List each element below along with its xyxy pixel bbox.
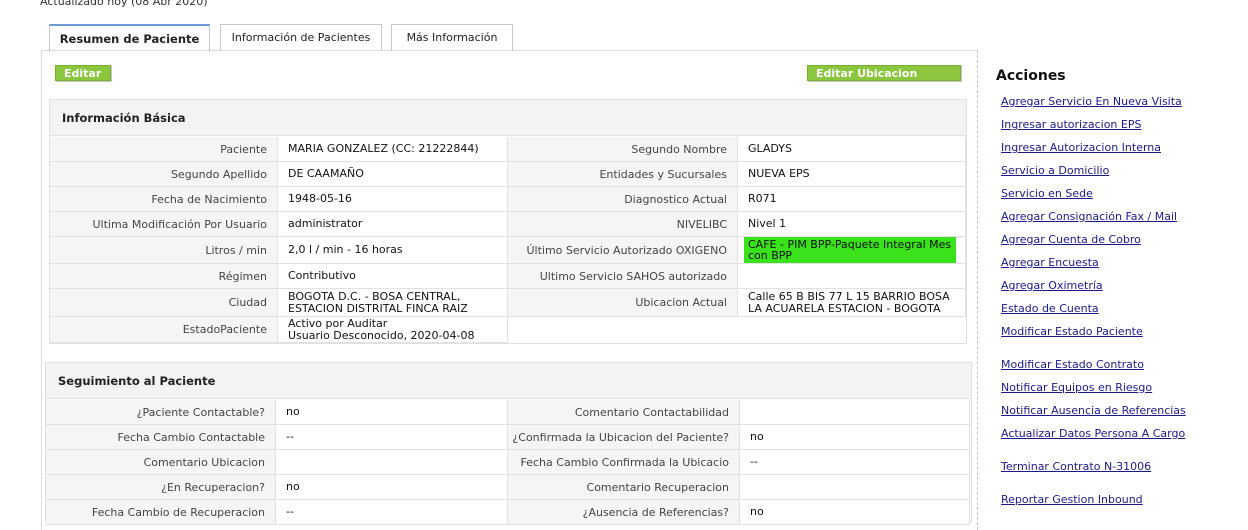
followup-value: --	[276, 425, 508, 449]
followup-label: ¿En Recuperacion?	[46, 475, 276, 499]
actions-sidebar: Acciones	[996, 68, 1236, 84]
edit-button[interactable]: Editar	[55, 65, 111, 81]
followup-value	[740, 400, 970, 424]
followup-label: ¿Ausencia de Referencias?	[508, 500, 740, 524]
basic-info-value: MARIA GONZALEZ (CC: 21222844)	[278, 137, 508, 161]
basic-info-label: Ultima Modificación Por Usuario	[50, 212, 278, 236]
basic-info-value: Contributivo	[278, 264, 508, 288]
action-link[interactable]: Agregar Consignación Fax / Mail	[1001, 210, 1177, 223]
action-link[interactable]: Servicio en Sede	[1001, 187, 1093, 200]
followup-value: no	[276, 475, 508, 499]
action-link[interactable]: Notificar Ausencia de Referencias	[1001, 404, 1186, 417]
action-link[interactable]: Actualizar Datos Persona A Cargo	[1001, 427, 1185, 440]
tab-mas-informacion[interactable]: Más Información	[391, 24, 513, 51]
followup-label: Comentario Contactabilidad	[508, 400, 740, 424]
followup-row: Fecha Cambio Contactable -- ¿Confirmada la…	[46, 425, 970, 450]
basic-info-value: Activo por Auditar Usuario Desconocido, …	[278, 317, 508, 342]
followup-value: no	[740, 425, 970, 449]
basic-info-label: Diagnostico Actual	[508, 187, 738, 211]
basic-info-row: Régimen Contributivo Ultimo Servicio SAHO…	[50, 264, 966, 289]
basic-info-label: Régimen	[50, 264, 278, 288]
followup-label: Comentario Recuperacion	[508, 475, 740, 499]
basic-info-label: EstadoPaciente	[50, 317, 278, 342]
last-updated-note: Actualizado hoy (08 Abr 2020)	[40, 0, 208, 8]
basic-info-label: Ciudad	[50, 289, 278, 316]
basic-info-label: Entidades y Sucursales	[508, 162, 738, 186]
basic-info-value: 2,0 l / min - 16 horas	[278, 237, 508, 263]
action-link[interactable]: Servicio a Domicilio	[1001, 164, 1109, 177]
basic-info-value: Calle 65 B BIS 77 L 15 BARRIO BOSA LA AC…	[738, 289, 966, 316]
basic-info-label: Ultimo Servicio SAHOS autorizado	[508, 264, 738, 288]
followup-value: no	[740, 500, 970, 524]
action-link[interactable]: Modificar Estado Contrato	[1001, 358, 1144, 371]
basic-info-label: Paciente	[50, 137, 278, 161]
basic-info-row: EstadoPaciente Activo por Auditar Usuari…	[50, 317, 508, 343]
edit-location-button[interactable]: Editar Ubicacion principal	[807, 65, 961, 96]
basic-info-title: Información Básica	[50, 100, 966, 136]
action-link[interactable]: Agregar Cuenta de Cobro	[1001, 233, 1141, 246]
followup-row: Comentario Ubicacion Fecha Cambio Confirm…	[46, 450, 970, 475]
basic-info-label: Segundo Apellido	[50, 162, 278, 186]
basic-info-row: Fecha de Nacimiento 1948-05-16 Diagnostico…	[50, 187, 966, 212]
followup-label: ¿Confirmada la Ubicacion del Paciente?	[508, 425, 740, 449]
followup-row: ¿En Recuperacion? no Comentario Recuperaci…	[46, 475, 970, 500]
action-link[interactable]: Terminar Contrato N-31006	[1001, 460, 1151, 473]
followup-label: Comentario Ubicacion	[46, 450, 276, 474]
followup-value: --	[740, 450, 970, 474]
actions-title: Acciones	[996, 68, 1066, 84]
followup-row: Fecha Cambio de Recuperacion -- ¿Ausencia …	[46, 500, 970, 525]
basic-info-row: Ultima Modificación Por Usuario administ…	[50, 212, 966, 237]
basic-info-label: Segundo Nombre	[508, 137, 738, 161]
basic-info-value: Nivel 1	[738, 212, 966, 236]
basic-info-value: GLADYS	[738, 137, 966, 161]
action-link[interactable]: Reportar Gestion Inbound	[1001, 493, 1143, 506]
action-link[interactable]: Agregar Servicio En Nueva Visita	[1001, 95, 1182, 108]
followup-value: no	[276, 400, 508, 424]
basic-info-value: R071	[738, 187, 966, 211]
basic-info-row: Segundo Apellido DE CAAMAÑO Entidades y S…	[50, 162, 966, 187]
basic-info-label: Litros / min	[50, 237, 278, 263]
basic-info-value: CAFE - PIM BPP-Paquete Integral Mes con …	[738, 237, 966, 263]
basic-info-value: DE CAAMAÑO	[278, 162, 508, 186]
followup-label: Fecha Cambio Confirmada la Ubicacio	[508, 450, 740, 474]
action-link[interactable]: Agregar Oximetría	[1001, 279, 1103, 292]
followup-row: ¿Paciente Contactable? no Comentario Conta…	[46, 400, 970, 425]
tab-resumen-paciente[interactable]: Resumen de Paciente	[49, 24, 210, 52]
action-link[interactable]: Ingresar autorizacion EPS	[1001, 118, 1141, 131]
followup-value	[276, 450, 508, 474]
followup-value	[740, 475, 970, 499]
basic-info-label: Fecha de Nacimiento	[50, 187, 278, 211]
basic-info-label: Ubicacion Actual	[508, 289, 738, 316]
basic-info-label: Último Servicio Autorizado OXIGENO	[508, 237, 738, 263]
followup-label: Fecha Cambio de Recuperacion	[46, 500, 276, 524]
basic-info-row: Litros / min 2,0 l / min - 16 horas Últim…	[50, 237, 966, 264]
basic-info-value: BOGOTA D.C. - BOSA CENTRAL, ESTACION DIS…	[278, 289, 508, 316]
followup-title: Seguimiento al Paciente	[46, 363, 971, 399]
tab-informacion-pacientes[interactable]: Información de Pacientes	[220, 24, 382, 51]
followup-label: ¿Paciente Contactable?	[46, 400, 276, 424]
basic-info-row: Paciente MARIA GONZALEZ (CC: 21222844) Seg…	[50, 137, 966, 162]
basic-info-value	[738, 264, 966, 288]
action-link[interactable]: Notificar Equipos en Riesgo	[1001, 381, 1152, 394]
basic-info-value: administrator	[278, 212, 508, 236]
action-link[interactable]: Estado de Cuenta	[1001, 302, 1099, 315]
basic-info-row: Ciudad BOGOTA D.C. - BOSA CENTRAL, ESTAC…	[50, 289, 966, 317]
basic-info-label: NIVELIBC	[508, 212, 738, 236]
basic-info-value: NUEVA EPS	[738, 162, 966, 186]
followup-value: --	[276, 500, 508, 524]
action-link[interactable]: Modificar Estado Paciente	[1001, 325, 1143, 338]
highlighted-oxygen-service: CAFE - PIM BPP-Paquete Integral Mes con …	[744, 237, 956, 263]
action-link[interactable]: Ingresar Autorizacion Interna	[1001, 141, 1161, 154]
basic-info-value: 1948-05-16	[278, 187, 508, 211]
action-link[interactable]: Agregar Encuesta	[1001, 256, 1099, 269]
followup-label: Fecha Cambio Contactable	[46, 425, 276, 449]
